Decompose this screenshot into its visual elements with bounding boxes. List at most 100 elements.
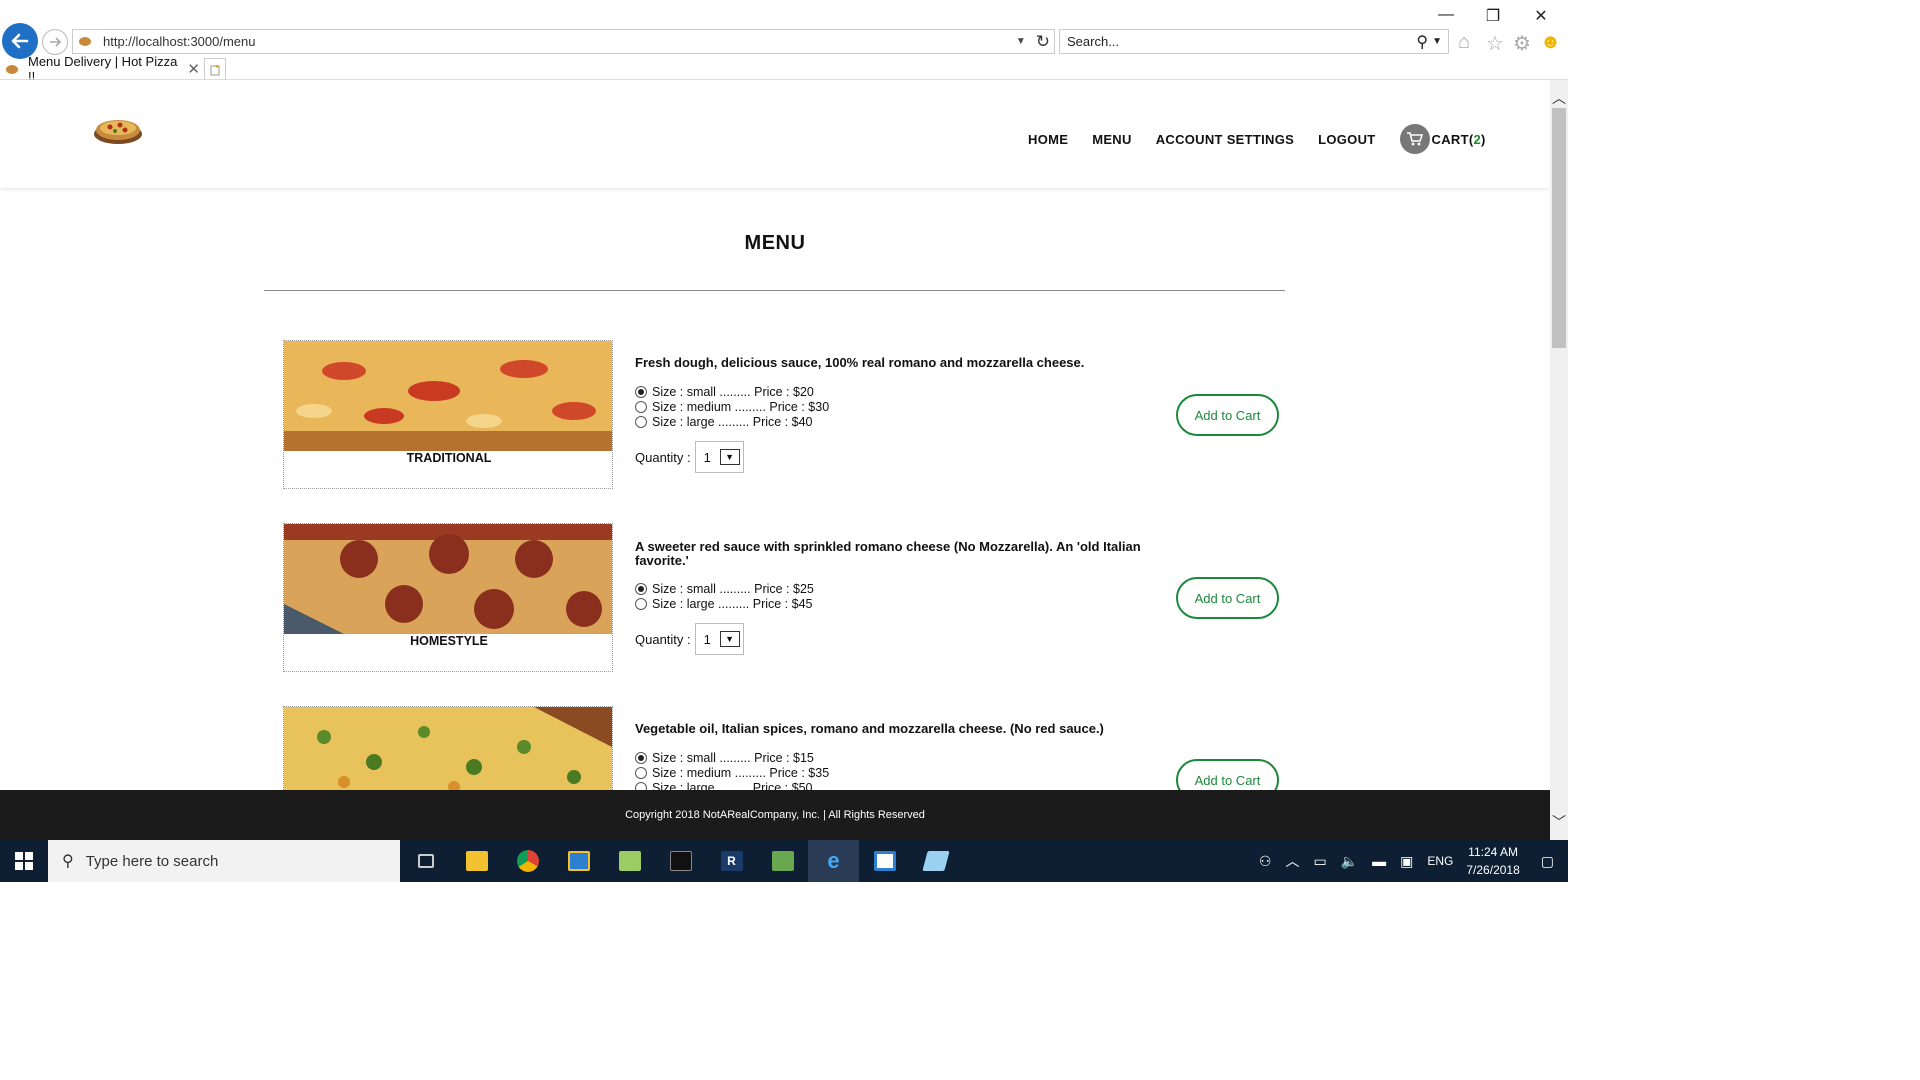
favorites-star-icon[interactable]: ☆ bbox=[1486, 31, 1504, 56]
chevron-up-icon[interactable]: ︿ bbox=[1285, 851, 1299, 871]
product-homestyle: HOMESTYLE A sweeter red sauce with sprin… bbox=[283, 523, 1283, 673]
language-indicator[interactable]: ENG bbox=[1427, 854, 1453, 868]
search-dropdown-icon[interactable]: ▼ bbox=[1432, 36, 1442, 47]
folder-icon bbox=[465, 851, 488, 871]
nav-cart[interactable]: CART(2) bbox=[1399, 124, 1486, 154]
network-icon[interactable]: ▣ bbox=[1400, 853, 1413, 870]
size-option-large[interactable]: Size : large ......... Price : $50 bbox=[635, 780, 829, 790]
main-nav: HOME MENU ACCOUNT SETTINGS LOGOUT CART(2… bbox=[1028, 124, 1486, 154]
product-description: A sweeter red sauce with sprinkled roman… bbox=[635, 539, 1141, 568]
clock[interactable]: 11:24 AM 7/26/2018 bbox=[1466, 843, 1519, 879]
pizza-logo[interactable] bbox=[92, 110, 144, 146]
close-window-button[interactable]: ✕ bbox=[1526, 6, 1556, 26]
size-option-small[interactable]: Size : small ......... Price : $15 bbox=[635, 750, 829, 765]
taskbar-excel[interactable] bbox=[757, 840, 808, 882]
browser-search-placeholder: Search... bbox=[1067, 34, 1120, 49]
chevron-down-icon[interactable]: ▼ bbox=[719, 631, 740, 647]
refresh-icon[interactable]: ↻ bbox=[1036, 32, 1050, 52]
nav-menu[interactable]: MENU bbox=[1092, 132, 1131, 147]
forward-button[interactable] bbox=[42, 29, 68, 55]
gear-icon[interactable]: ⚙ bbox=[1513, 31, 1531, 56]
size-option-medium[interactable]: Size : medium ......... Price : $30 bbox=[635, 399, 829, 414]
battery-icon[interactable]: ▬ bbox=[1372, 853, 1386, 869]
restore-button[interactable]: ❐ bbox=[1478, 6, 1508, 26]
radio-button[interactable] bbox=[635, 781, 647, 790]
size-option-large[interactable]: Size : large ......... Price : $45 bbox=[635, 596, 814, 611]
size-option-small[interactable]: Size : small ......... Price : $20 bbox=[635, 384, 829, 399]
spreadsheet-icon bbox=[771, 851, 794, 871]
tablet-icon[interactable]: ▭ bbox=[1313, 853, 1326, 870]
nav-home[interactable]: HOME bbox=[1028, 132, 1068, 147]
scroll-up-icon[interactable]: ︿ bbox=[1550, 88, 1568, 108]
radio-button[interactable] bbox=[635, 400, 647, 413]
home-icon[interactable]: ⌂ bbox=[1458, 31, 1470, 54]
taskbar-notepad-plus[interactable] bbox=[604, 840, 655, 882]
cart-label-close: ) bbox=[1480, 131, 1486, 147]
radio-button[interactable] bbox=[635, 766, 647, 779]
quantity-select[interactable]: 1 ▼ bbox=[694, 441, 744, 473]
minimize-button[interactable]: — bbox=[1431, 6, 1461, 24]
volume-icon[interactable]: 🔈 bbox=[1341, 853, 1358, 870]
size-option-small[interactable]: Size : small ......... Price : $25 bbox=[635, 581, 814, 596]
quantity-label: Quantity : bbox=[635, 449, 691, 465]
address-dropdown-icon[interactable]: ▼ bbox=[1016, 36, 1026, 47]
smiley-feedback-icon[interactable]: ☻ bbox=[1540, 31, 1561, 54]
taskbar-rstudio[interactable]: R bbox=[706, 840, 757, 882]
nav-logout[interactable]: LOGOUT bbox=[1318, 132, 1375, 147]
cart-icon bbox=[1399, 124, 1430, 154]
tab-close-icon[interactable]: ✕ bbox=[187, 60, 200, 78]
radio-button[interactable] bbox=[635, 385, 647, 398]
taskbar-terminal[interactable] bbox=[655, 840, 706, 882]
radio-button[interactable] bbox=[635, 597, 647, 610]
browser-search-box[interactable]: Search... ⚲ ▼ bbox=[1059, 29, 1449, 54]
radio-button[interactable] bbox=[635, 415, 647, 428]
start-button[interactable] bbox=[0, 840, 48, 882]
notifications-icon[interactable]: ▢ bbox=[1541, 853, 1554, 870]
taskbar-file-explorer[interactable] bbox=[451, 840, 502, 882]
chevron-down-icon[interactable]: ▼ bbox=[719, 449, 740, 465]
product-card[interactable] bbox=[283, 706, 613, 790]
size-option-large[interactable]: Size : large ......... Price : $40 bbox=[635, 414, 829, 429]
internet-explorer-icon: e bbox=[827, 848, 840, 873]
taskbar-internet-explorer[interactable]: e bbox=[808, 840, 859, 882]
system-tray: ⚇ ︿ ▭ 🔈 ▬ ▣ ENG 11:24 AM 7/26/2018 ▢ bbox=[1252, 840, 1568, 882]
product-card[interactable]: TRADITIONAL bbox=[283, 340, 613, 489]
radio-button[interactable] bbox=[635, 582, 647, 595]
size-option-medium[interactable]: Size : medium ......... Price : $35 bbox=[635, 765, 829, 780]
product-card[interactable]: HOMESTYLE bbox=[283, 523, 613, 672]
taskbar-app-box[interactable] bbox=[859, 840, 910, 882]
web-page: HOME MENU ACCOUNT SETTINGS LOGOUT CART(2… bbox=[0, 80, 1550, 790]
size-label: Size : large ......... Price : $45 bbox=[652, 596, 813, 611]
size-options: Size : small ......... Price : $20 Size … bbox=[635, 384, 829, 429]
address-bar[interactable]: http://localhost:3000/menu ▼ ↻ bbox=[72, 29, 1055, 54]
add-to-cart-button[interactable]: Add to Cart bbox=[1176, 394, 1279, 436]
scrollbar-thumb[interactable] bbox=[1552, 108, 1566, 348]
windows-taskbar: ⚲ Type here to search R e ⚇ ︿ ▭ 🔈 ▬ ▣ EN… bbox=[0, 840, 1568, 882]
size-label: Size : large ......... Price : $40 bbox=[652, 414, 813, 429]
add-to-cart-button[interactable]: Add to Cart bbox=[1176, 577, 1279, 619]
address-url[interactable]: http://localhost:3000/menu bbox=[103, 34, 1016, 49]
size-label: Size : small ......... Price : $25 bbox=[652, 581, 814, 596]
traditional-pizza-image bbox=[284, 341, 612, 451]
search-icon[interactable]: ⚲ bbox=[1416, 32, 1428, 52]
chrome-icon bbox=[516, 850, 539, 872]
nav-account-settings[interactable]: ACCOUNT SETTINGS bbox=[1156, 132, 1294, 147]
scroll-down-icon[interactable]: ﹀ bbox=[1550, 812, 1568, 832]
task-view-button[interactable] bbox=[400, 840, 451, 882]
radio-button[interactable] bbox=[635, 751, 647, 764]
notes-icon bbox=[921, 851, 950, 871]
taskbar-chrome[interactable] bbox=[502, 840, 553, 882]
taskbar-search[interactable]: ⚲ Type here to search bbox=[48, 840, 400, 882]
site-footer: Copyright 2018 NotARealCompany, Inc. | A… bbox=[0, 790, 1550, 840]
page-scrollbar[interactable]: ︿ ﹀ bbox=[1550, 80, 1568, 840]
tab-menu-delivery[interactable]: Menu Delivery | Hot Pizza !! ✕ bbox=[0, 54, 204, 84]
taskbar-store[interactable] bbox=[553, 840, 604, 882]
taskbar-notes[interactable] bbox=[910, 840, 961, 882]
new-tab-button[interactable] bbox=[204, 58, 226, 80]
product-vegetable: Vegetable oil, Italian spices, romano an… bbox=[283, 706, 1283, 790]
quantity-label: Quantity : bbox=[635, 631, 691, 647]
people-icon[interactable]: ⚇ bbox=[1259, 853, 1272, 870]
add-to-cart-button[interactable]: Add to Cart bbox=[1176, 759, 1279, 790]
quantity-select[interactable]: 1 ▼ bbox=[694, 623, 744, 655]
quantity-value: 1 bbox=[703, 631, 711, 647]
